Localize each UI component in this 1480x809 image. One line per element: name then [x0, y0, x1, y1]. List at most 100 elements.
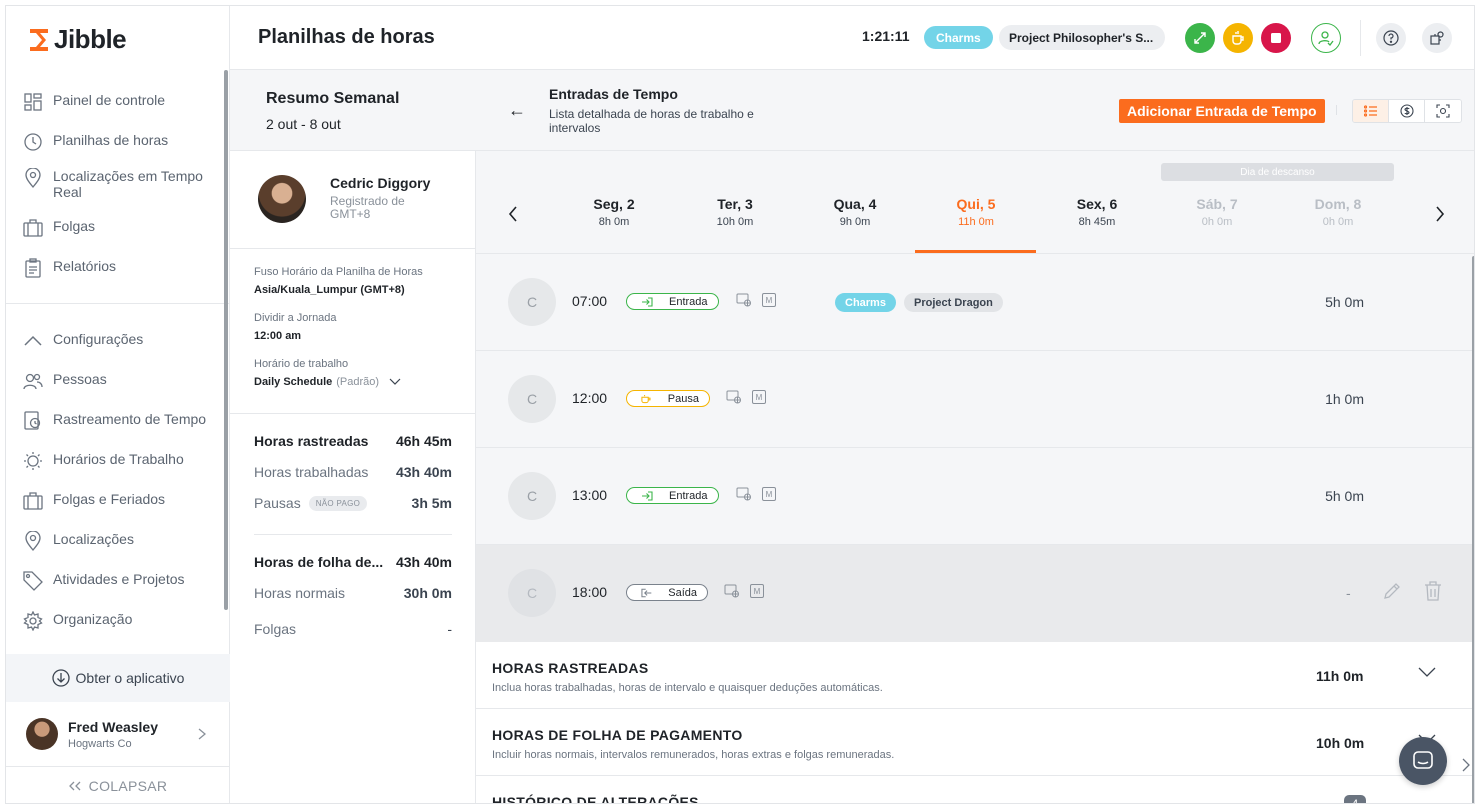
next-week-arrow-icon[interactable]: [1435, 206, 1445, 227]
day-hours: 8h 0m: [598, 216, 630, 228]
day-name: Qua, 4: [833, 196, 877, 212]
payroll-hours-label: Horas de folha de...: [254, 554, 384, 570]
sidebar-item-activities-projects[interactable]: Atividades e Projetos: [23, 571, 213, 591]
change-history-section[interactable]: HISTÓRICO DE ALTERAÇÕES: [476, 776, 1474, 803]
sidebar-item-people[interactable]: Pessoas: [23, 371, 213, 391]
view-toggle: [1352, 99, 1462, 123]
entry-time: 12:00: [572, 390, 608, 406]
entry-time: 18:00: [572, 584, 608, 600]
day-tab[interactable]: Seg, 2 8h 0m: [554, 196, 674, 228]
sidebar-item-time-tracking[interactable]: Rastreamento de Tempo: [23, 411, 213, 431]
coffee-icon: [641, 394, 651, 403]
sidebar-item-timesheets[interactable]: Planilhas de horas: [23, 132, 213, 152]
day-tab[interactable]: Sex, 6 8h 45m: [1037, 196, 1157, 228]
day-tab[interactable]: Ter, 3 10h 0m: [675, 196, 795, 228]
download-icon: [51, 669, 70, 687]
entry-meta-icons: M: [726, 390, 766, 404]
break-button[interactable]: [1223, 23, 1253, 53]
time-off-value: -: [447, 621, 452, 637]
tracked-hours-section[interactable]: HORAS RASTREADAS Inclua horas trabalhada…: [476, 642, 1474, 709]
section-title: HORAS RASTREADAS: [492, 660, 649, 676]
day-tab[interactable]: Dom, 8 0h 0m: [1278, 196, 1398, 228]
tracked-hours-value: 46h 45m: [395, 433, 452, 449]
sidebar-item-locations[interactable]: Localizações: [23, 531, 213, 551]
sidebar-item-label: Planilhas de horas: [53, 132, 169, 148]
time-entry-row[interactable]: C 18:00 Saída M -: [476, 545, 1474, 642]
back-arrow-icon[interactable]: ←: [508, 100, 526, 121]
entry-avatar: C: [508, 278, 556, 326]
regular-hours-row: Horas normais 30h 0m: [254, 585, 452, 601]
sidebar-item-label: Rastreamento de Tempo: [53, 411, 207, 427]
section-value: 11h 0m: [1316, 668, 1364, 684]
cost-view-tab[interactable]: [1389, 100, 1425, 122]
add-time-entry-button[interactable]: Adicionar Entrada de Tempo: [1119, 99, 1325, 123]
switch-activity-button[interactable]: [1185, 23, 1215, 53]
time-entry-row[interactable]: C 13:00 Entrada M 5h 0m: [476, 448, 1474, 545]
sidebar-item-work-schedules[interactable]: Horários de Trabalho: [23, 451, 213, 471]
sidebar-item-time-off-holidays[interactable]: Folgas e Feriados: [23, 491, 213, 511]
chevron-right-icon[interactable]: [1462, 758, 1470, 772]
breaks-row: Pausas NÃO PAGO 3h 5m: [254, 495, 452, 511]
brand-name: Jibble: [54, 24, 127, 54]
worked-hours-label: Horas trabalhadas: [254, 464, 369, 480]
summary-divider: [230, 413, 476, 414]
breaks-label: Pausas: [254, 495, 301, 511]
capture-view-tab[interactable]: [1425, 100, 1461, 122]
time-tracking-icon: [23, 411, 43, 431]
breaks-value: 3h 5m: [411, 495, 452, 511]
time-entry-row[interactable]: C 12:00 Pausa M 1h 0m: [476, 351, 1474, 448]
chevron-down-icon[interactable]: [1418, 666, 1436, 678]
clock-in-icon: [642, 490, 653, 501]
puzzle-gear-icon: [1430, 31, 1444, 45]
sidebar-item-time-off[interactable]: Folgas: [23, 218, 213, 238]
suitcase-icon: [23, 218, 43, 238]
current-user[interactable]: Fred Weasley Hogwarts Co: [6, 704, 230, 764]
entry-type-badge: Entrada: [626, 487, 719, 504]
manual-entry-icon: M: [750, 584, 764, 598]
get-app-label: Obter o aplicativo: [75, 670, 185, 686]
tracked-hours-row: Horas rastreadas 46h 45m: [254, 433, 452, 449]
camera-focus-icon: [1436, 104, 1450, 118]
main-scrollbar[interactable]: [1472, 256, 1474, 803]
sidebar-item-dashboard[interactable]: Painel de controle: [23, 92, 213, 112]
day-tab-selected[interactable]: Qui, 5 11h 0m: [916, 196, 1036, 228]
sidebar-item-organization[interactable]: Organização: [23, 611, 213, 631]
chevron-up-icon: [23, 331, 43, 351]
sidebar-item-reports[interactable]: Relatórios: [23, 258, 213, 278]
entry-type-label: Entrada: [669, 295, 708, 308]
day-tab[interactable]: Qua, 4 9h 0m: [795, 196, 915, 228]
payroll-hours-section[interactable]: HORAS DE FOLHA DE PAGAMENTO Incluir hora…: [476, 709, 1474, 776]
entry-avatar: C: [508, 375, 556, 423]
entry-duration: 5h 0m: [1325, 488, 1364, 504]
sidebar-item-settings[interactable]: Configurações: [23, 331, 213, 351]
jibble-logo[interactable]: Jibble: [28, 24, 127, 55]
tracked-hours-label: Horas rastreadas: [254, 433, 369, 449]
integrations-button[interactable]: [1422, 23, 1452, 53]
get-app-button[interactable]: Obter o aplicativo: [6, 654, 230, 702]
payroll-hours-value: 43h 40m: [395, 554, 452, 570]
entry-duration: 1h 0m: [1325, 391, 1364, 407]
work-schedule-select[interactable]: Daily Schedule (Padrão): [254, 376, 464, 388]
sidebar-item-live-locations[interactable]: Localizações em Tempo Real: [23, 168, 213, 200]
sidebar-scrollbar[interactable]: [224, 70, 228, 610]
regular-hours-value: 30h 0m: [403, 585, 452, 601]
time-entry-row[interactable]: C 07:00 Entrada M Charms Project Dragon …: [476, 254, 1474, 351]
stop-timer-button[interactable]: [1261, 23, 1291, 53]
current-project-chip[interactable]: Project Philosopher's S...: [999, 25, 1165, 50]
list-view-tab[interactable]: [1353, 100, 1389, 122]
section-subtitle: Incluir horas normais, intervalos remune…: [492, 749, 895, 761]
help-button[interactable]: [1376, 23, 1406, 53]
day-selector: Dia de descanso Seg, 2 8h 0m Ter, 3 10h 0m…: [476, 151, 1474, 254]
edit-pencil-icon[interactable]: [1382, 581, 1402, 601]
clock-in-status-button[interactable]: [1311, 23, 1341, 53]
current-activity-chip[interactable]: Charms: [924, 26, 993, 49]
prev-week-arrow-icon[interactable]: [508, 206, 518, 227]
entry-meta-icons: M: [736, 487, 776, 501]
delete-trash-icon[interactable]: [1424, 581, 1442, 601]
entry-project-chip: Project Dragon: [904, 293, 1003, 312]
weekly-summary-title: Resumo Semanal: [266, 90, 400, 107]
day-tab[interactable]: Sáb, 7 0h 0m: [1157, 196, 1277, 228]
clipboard-icon: [23, 258, 43, 278]
chat-support-button[interactable]: [1399, 737, 1447, 785]
collapse-sidebar-button[interactable]: COLAPSAR: [6, 766, 230, 803]
